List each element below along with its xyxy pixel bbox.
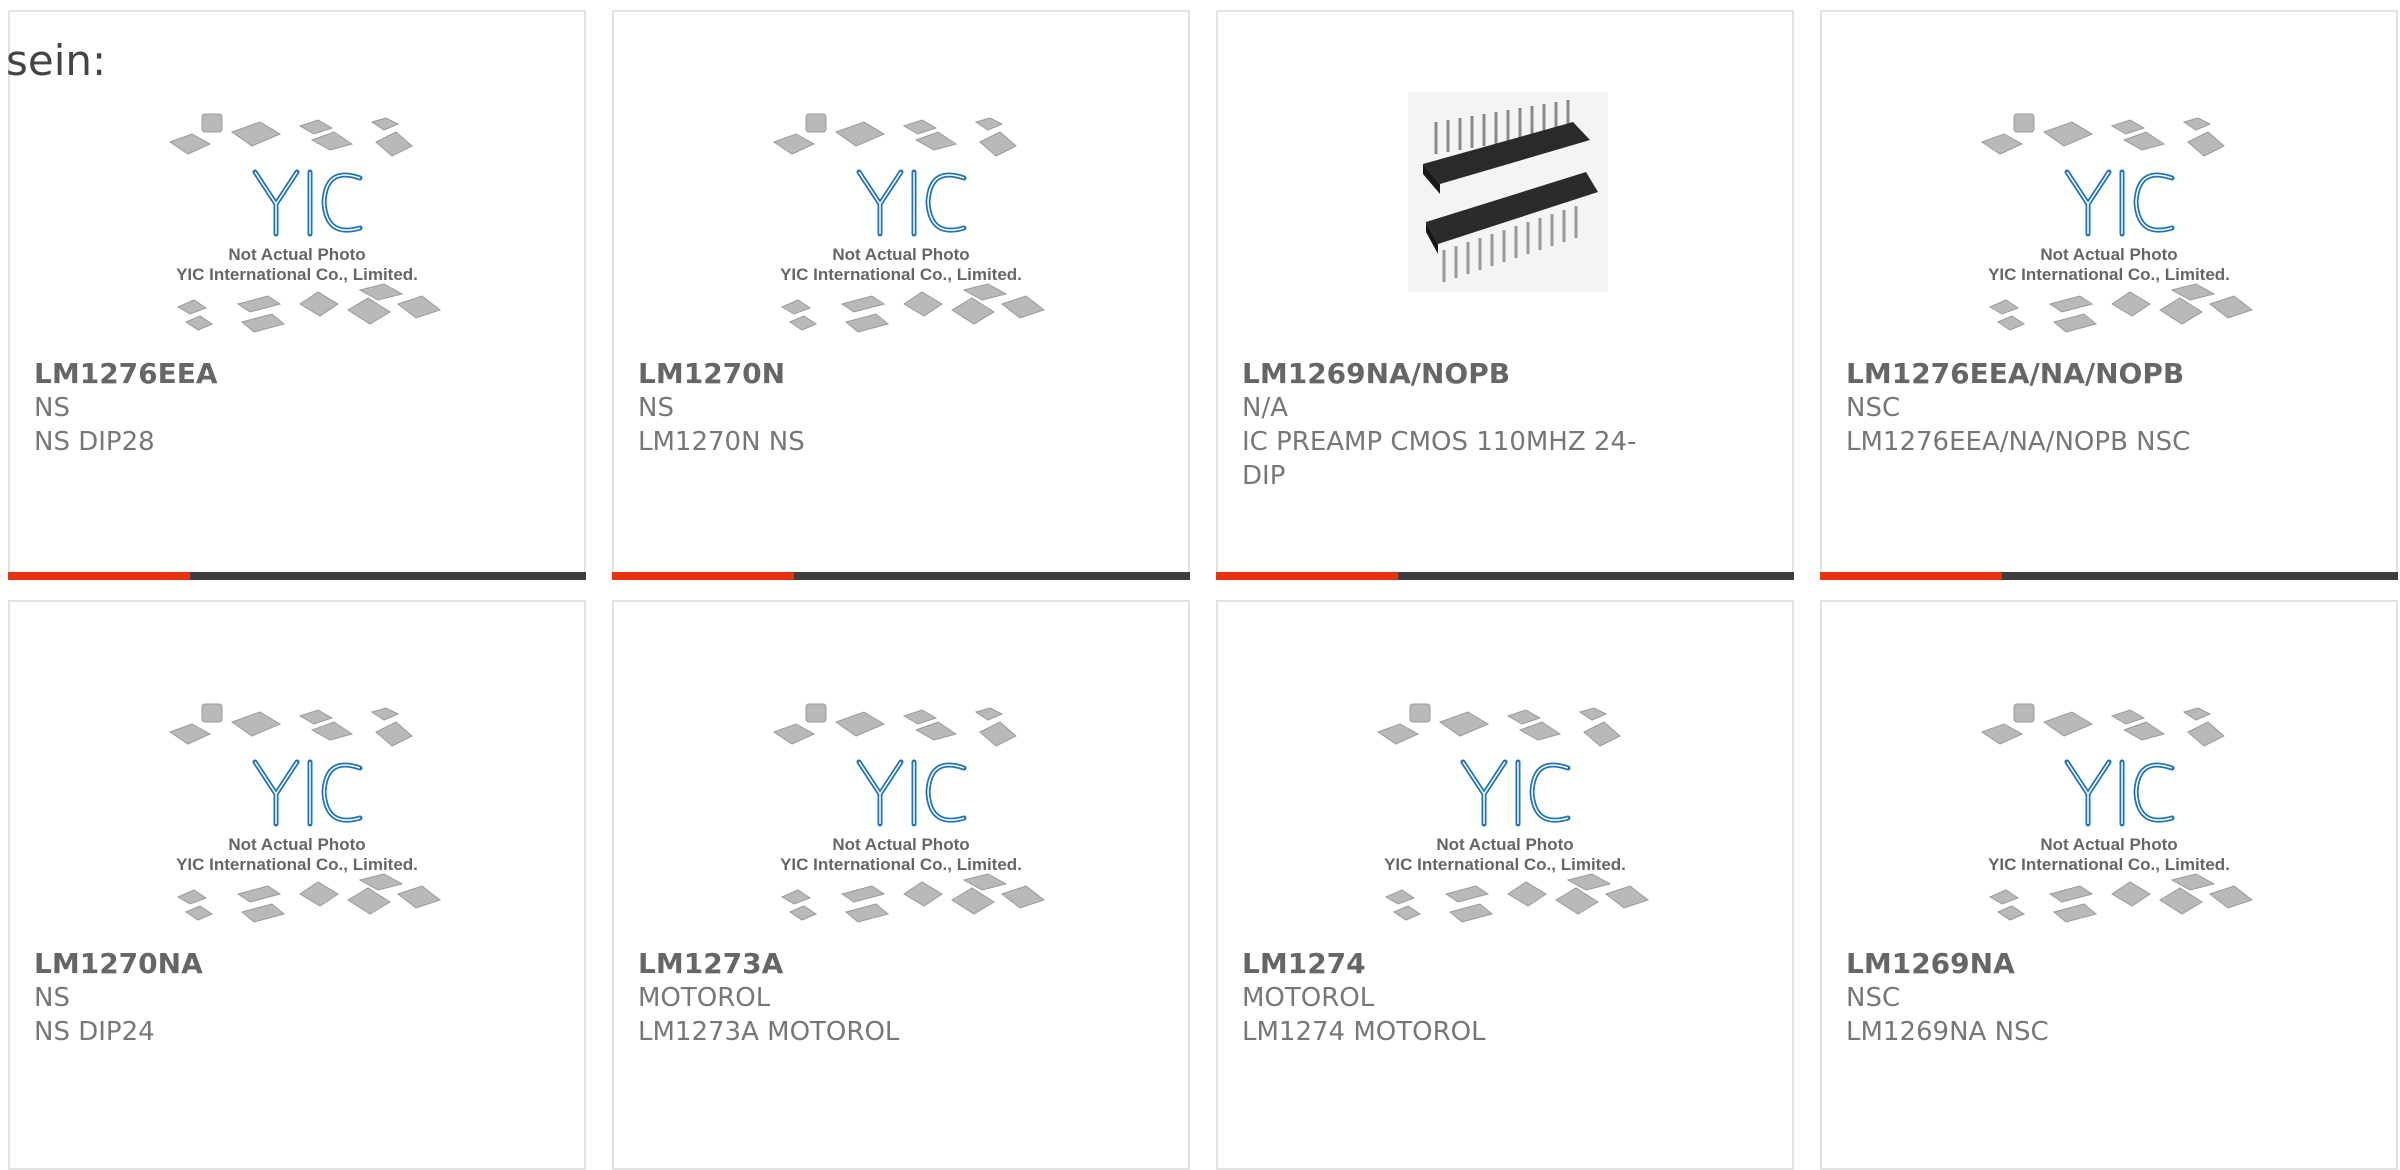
placeholder-logo-icon: Not Actual PhotoYIC International Co., L… xyxy=(1376,703,1650,923)
part-number[interactable]: LM1276EEA xyxy=(34,357,560,391)
product-card[interactable]: Not Actual Photo YIC International Co., L… xyxy=(8,600,586,1170)
part-number[interactable]: LM1270NA xyxy=(34,947,560,981)
manufacturer: N/A xyxy=(1242,393,1288,423)
svg-text:Not Actual Photo: Not Actual Photo xyxy=(832,835,969,854)
svg-text:YIC International Co., Limited: YIC International Co., Limited. xyxy=(176,265,418,284)
product-card[interactable]: LM1269NA/NOPB N/A IC PREAMP CMOS 110MHZ … xyxy=(1216,10,1794,580)
svg-text:YIC International Co., Limited: YIC International Co., Limited. xyxy=(176,855,418,874)
part-number[interactable]: LM1273A xyxy=(638,947,1164,981)
card-accent-bar xyxy=(8,572,586,580)
part-number[interactable]: LM1269NA/NOPB xyxy=(1242,357,1768,391)
product-card[interactable]: Not Actual Photo YIC International Co., L… xyxy=(8,10,586,580)
part-number[interactable]: LM1269NA xyxy=(1846,947,2372,981)
manufacturer: NS xyxy=(34,983,70,1013)
product-card[interactable]: Not Actual Photo YIC International Co., L… xyxy=(1820,600,2398,1170)
description: LM1269NA NSC xyxy=(1846,1017,2049,1047)
description: NS DIP24 xyxy=(34,1017,155,1047)
product-image-placeholder[interactable]: Not Actual Photo YIC International Co., L… xyxy=(10,92,584,352)
svg-text:YIC International Co., Limited: YIC International Co., Limited. xyxy=(1988,855,2230,874)
manufacturer: MOTOROL xyxy=(1242,983,1375,1013)
part-number[interactable]: LM1276EEA/NA/NOPB xyxy=(1846,357,2372,391)
description: IC PREAMP CMOS 110MHZ 24-DIP xyxy=(1242,427,1637,491)
part-number[interactable]: LM1270N xyxy=(638,357,1164,391)
description: LM1276EEA/NA/NOPB NSC xyxy=(1846,427,2191,457)
placeholder-logo-icon: Not Actual PhotoYIC International Co., L… xyxy=(772,113,1046,333)
svg-text:YIC International Co., Limited: YIC International Co., Limited. xyxy=(780,265,1022,284)
svg-text:YIC International Co., Limited: YIC International Co., Limited. xyxy=(1988,265,2230,284)
svg-text:Not Actual Photo: Not Actual Photo xyxy=(228,245,365,264)
svg-text:Not Actual Photo: Not Actual Photo xyxy=(2040,835,2177,854)
svg-text:Not Actual Photo: Not Actual Photo xyxy=(228,835,365,854)
svg-text:Not Actual Photo: Not Actual Photo xyxy=(1436,835,1573,854)
description: LM1270N NS xyxy=(638,427,805,457)
product-image-placeholder[interactable]: Not Actual Photo YIC International Co., L… xyxy=(1822,92,2396,352)
manufacturer: NS xyxy=(638,393,674,423)
svg-text:Not Actual Photo: Not Actual Photo xyxy=(2040,245,2177,264)
product-image-placeholder[interactable]: Not Actual Photo YIC International Co., L… xyxy=(614,92,1188,352)
description: LM1273A MOTOROL xyxy=(638,1017,900,1047)
product-card[interactable]: Not Actual Photo YIC International Co., L… xyxy=(1820,10,2398,580)
product-image-placeholder[interactable]: Not Actual Photo YIC International Co., L… xyxy=(1822,682,2396,942)
svg-text:YIC International Co., Limited: YIC International Co., Limited. xyxy=(780,855,1022,874)
card-accent-bar xyxy=(1216,572,1794,580)
manufacturer: MOTOROL xyxy=(638,983,771,1013)
description: NS DIP28 xyxy=(34,427,155,457)
placeholder-logo-icon: Not Actual PhotoYIC International Co., L… xyxy=(1980,703,2254,923)
placeholder-logo-icon: Not Actual PhotoYIC International Co., L… xyxy=(1980,113,2254,333)
card-accent-bar xyxy=(1820,572,2398,580)
manufacturer: NSC xyxy=(1846,393,1901,423)
description: LM1274 MOTOROL xyxy=(1242,1017,1486,1047)
part-number[interactable]: LM1274 xyxy=(1242,947,1768,981)
intro-text: sein: xyxy=(6,36,107,85)
svg-text:Not Actual Photo: Not Actual Photo xyxy=(832,245,969,264)
product-image-placeholder[interactable]: Not Actual Photo YIC International Co., L… xyxy=(1218,682,1792,942)
manufacturer: NS xyxy=(34,393,70,423)
product-image-placeholder[interactable]: Not Actual Photo YIC International Co., L… xyxy=(614,682,1188,942)
placeholder-logo-icon: Not Actual PhotoYIC International Co., L… xyxy=(168,703,442,923)
dip-chip-photo-icon xyxy=(1408,92,1608,292)
placeholder-logo-icon: Not Actual PhotoYIC International Co., L… xyxy=(168,113,442,333)
placeholder-logo-icon: Not Actual PhotoYIC International Co., L… xyxy=(772,703,1046,923)
product-image-placeholder[interactable]: Not Actual Photo YIC International Co., L… xyxy=(10,682,584,942)
product-card[interactable]: Not Actual Photo YIC International Co., L… xyxy=(612,600,1190,1170)
product-image-photo[interactable] xyxy=(1218,92,1792,352)
svg-text:YIC International Co., Limited: YIC International Co., Limited. xyxy=(1384,855,1626,874)
product-card[interactable]: Not Actual Photo YIC International Co., L… xyxy=(1216,600,1794,1170)
card-accent-bar xyxy=(612,572,1190,580)
product-card[interactable]: Not Actual Photo YIC International Co., L… xyxy=(612,10,1190,580)
manufacturer: NSC xyxy=(1846,983,1901,1013)
